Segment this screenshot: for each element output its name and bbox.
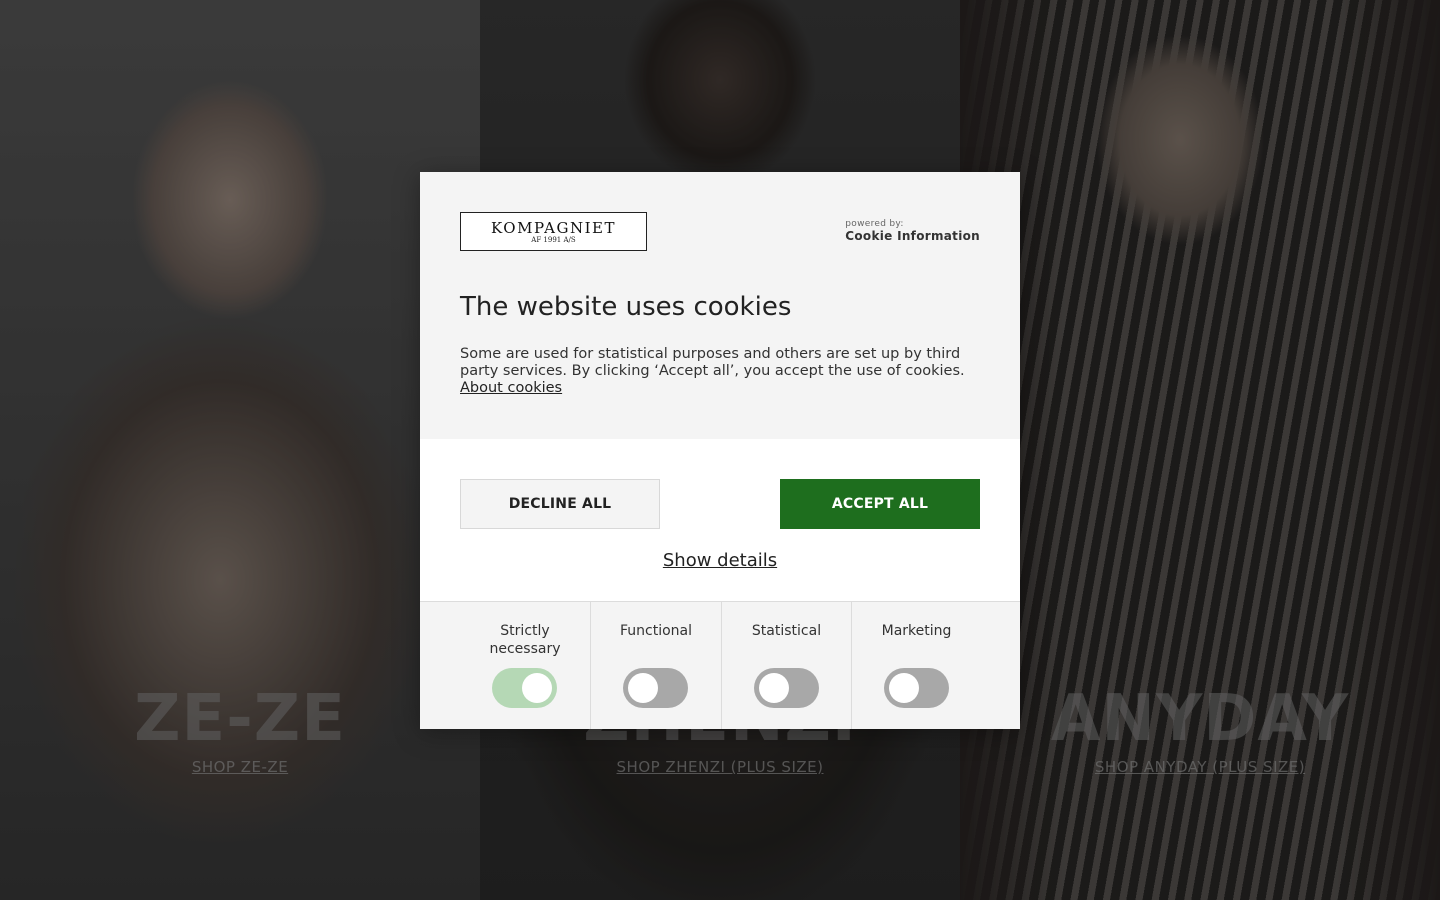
category-statistical: Statistical xyxy=(721,602,851,729)
toggle-knob xyxy=(628,673,658,703)
accept-all-button[interactable]: ACCEPT ALL xyxy=(780,479,980,529)
powered-by: powered by: Cookie Information xyxy=(845,219,980,243)
dialog-description: Some are used for statistical purposes a… xyxy=(460,346,980,397)
category-label: Statistical xyxy=(751,623,822,639)
decline-all-button[interactable]: DECLINE ALL xyxy=(460,479,660,529)
category-label: Functional xyxy=(619,623,693,639)
category-strictly-necessary: Strictly necessary xyxy=(460,602,590,729)
powered-by-name: Cookie Information xyxy=(845,229,980,243)
category-label: Marketing xyxy=(881,623,952,639)
statistical-toggle[interactable] xyxy=(754,668,819,708)
description-text: Some are used for statistical purposes a… xyxy=(460,346,965,379)
cookie-consent-dialog: KOMPAGNIET AF 1991 A/S powered by: Cooki… xyxy=(420,172,1020,729)
dialog-title: The website uses cookies xyxy=(460,292,792,322)
logo-main-text: KOMPAGNIET xyxy=(491,219,616,237)
cookie-categories: Strictly necessary Functional Statistica… xyxy=(420,601,1020,729)
about-cookies-link[interactable]: About cookies xyxy=(460,380,562,396)
category-functional: Functional xyxy=(590,602,721,729)
toggle-knob xyxy=(522,673,552,703)
powered-by-label: powered by: xyxy=(845,219,904,229)
toggle-knob xyxy=(759,673,789,703)
dialog-actions: DECLINE ALL ACCEPT ALL Show details xyxy=(420,439,1020,601)
logo-sub-text: AF 1991 A/S xyxy=(531,236,576,244)
category-marketing: Marketing xyxy=(851,602,981,729)
functional-toggle[interactable] xyxy=(623,668,688,708)
category-label: Strictly necessary xyxy=(489,623,561,657)
strictly-necessary-toggle xyxy=(492,668,557,708)
marketing-toggle[interactable] xyxy=(884,668,949,708)
dialog-header-section: KOMPAGNIET AF 1991 A/S powered by: Cooki… xyxy=(420,172,1020,439)
show-details-link[interactable]: Show details xyxy=(420,550,1020,571)
toggle-knob xyxy=(889,673,919,703)
company-logo: KOMPAGNIET AF 1991 A/S xyxy=(460,212,647,251)
